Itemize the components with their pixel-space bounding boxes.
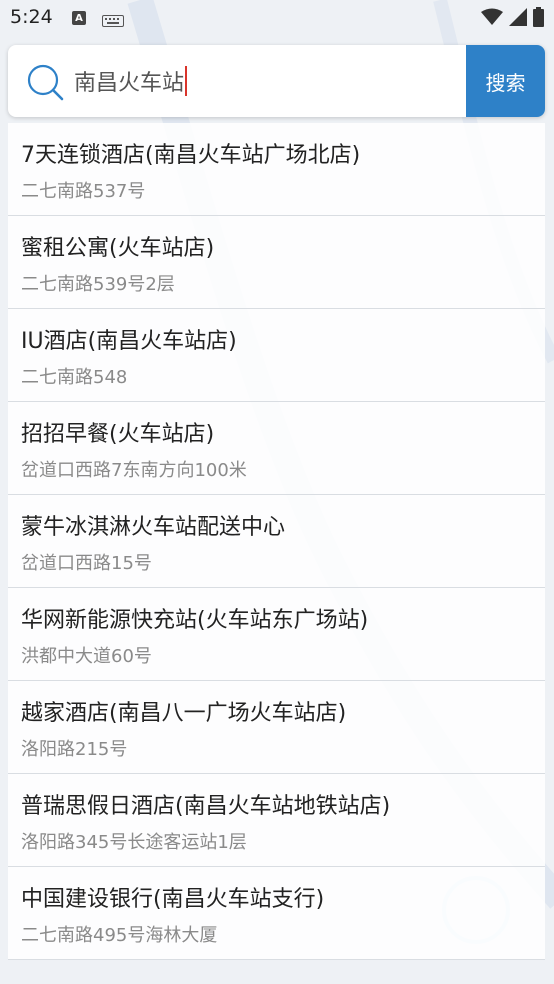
result-address: 二七南路537号 [21, 181, 146, 202]
result-title: IU酒店(南昌火车站店) [21, 329, 237, 354]
search-bar: 南昌火车站 搜索 [8, 45, 545, 117]
search-query-text: 南昌火车站 [74, 71, 185, 96]
result-title: 招招早餐(火车站店) [21, 422, 215, 447]
result-item[interactable]: 蜜租公寓(火车站店) 二七南路539号2层 [8, 216, 545, 309]
result-address: 二七南路548 [21, 367, 128, 388]
result-item[interactable]: 中国建设银行(南昌火车站支行) 二七南路495号海林大厦 [8, 867, 545, 960]
result-address: 洛阳路345号长途客运站1层 [21, 832, 247, 853]
result-item[interactable]: 华网新能源快充站(火车站东广场站) 洪都中大道60号 [8, 588, 545, 681]
result-address: 二七南路495号海林大厦 [21, 925, 218, 946]
keyboard-icon [102, 12, 124, 31]
result-address: 岔道口西路7东南方向100米 [21, 460, 247, 481]
wifi-icon [481, 8, 503, 30]
result-item[interactable]: 7天连锁酒店(南昌火车站广场北店) 二七南路537号 [8, 123, 545, 216]
search-input[interactable]: 南昌火车站 [74, 64, 188, 98]
result-title: 7天连锁酒店(南昌火车站广场北店) [21, 143, 361, 168]
result-title: 越家酒店(南昌八一广场火车站店) [21, 701, 347, 726]
a-notification-icon: A [72, 11, 86, 25]
result-item[interactable]: 招招早餐(火车站店) 岔道口西路7东南方向100米 [8, 402, 545, 495]
battery-icon [533, 7, 544, 31]
result-address: 洛阳路215号 [21, 739, 128, 760]
status-time: 5:24 [10, 6, 53, 28]
result-item[interactable]: IU酒店(南昌火车站店) 二七南路548 [8, 309, 545, 402]
result-address: 二七南路539号2层 [21, 274, 175, 295]
result-address: 岔道口西路15号 [21, 553, 152, 574]
result-item[interactable]: 普瑞思假日酒店(南昌火车站地铁站店) 洛阳路345号长途客运站1层 [8, 774, 545, 867]
search-icon [26, 63, 64, 101]
result-title: 中国建设银行(南昌火车站支行) [21, 887, 325, 912]
search-button[interactable]: 搜索 [466, 45, 545, 117]
result-title: 蜜租公寓(火车站店) [21, 236, 215, 261]
result-address: 洪都中大道60号 [21, 646, 152, 667]
signal-icon [509, 8, 527, 30]
status-bar: 5:24 A [0, 0, 554, 36]
result-title: 普瑞思假日酒店(南昌火车站地铁站店) [21, 794, 391, 819]
result-title: 蒙牛冰淇淋火车站配送中心 [21, 515, 286, 540]
search-results-list: 7天连锁酒店(南昌火车站广场北店) 二七南路537号 蜜租公寓(火车站店) 二七… [8, 123, 545, 960]
text-cursor [185, 66, 188, 96]
result-title: 华网新能源快充站(火车站东广场站) [21, 608, 369, 633]
result-item[interactable]: 越家酒店(南昌八一广场火车站店) 洛阳路215号 [8, 681, 545, 774]
result-item[interactable]: 蒙牛冰淇淋火车站配送中心 岔道口西路15号 [8, 495, 545, 588]
